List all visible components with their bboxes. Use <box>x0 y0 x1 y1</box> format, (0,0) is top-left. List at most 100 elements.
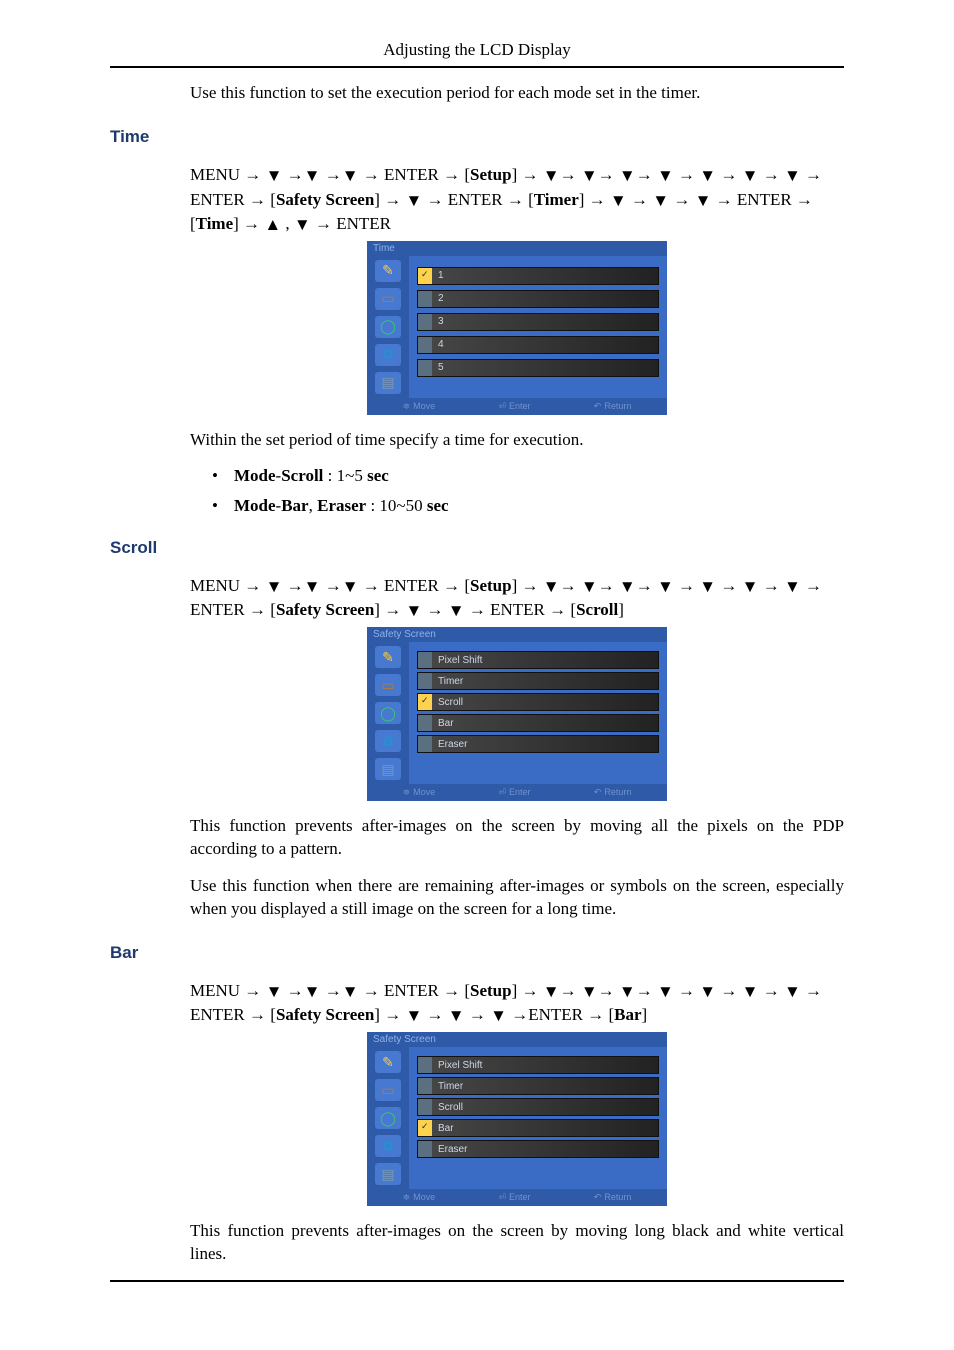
down-arrow-icon: ▼ <box>581 164 598 189</box>
nav-safety: Safety Screen <box>276 1005 374 1024</box>
osd-mark-icon <box>418 360 432 376</box>
osd-row-label: Scroll <box>438 1102 463 1113</box>
footer-rule <box>110 1280 844 1282</box>
osd-row-label: Pixel Shift <box>438 1060 482 1071</box>
down-arrow-icon: ▼ <box>543 164 560 189</box>
osd-row-label: 4 <box>438 339 444 350</box>
nav-text: MENU → <box>190 981 266 1000</box>
nav-text: ] → <box>512 981 543 1000</box>
osd-foot-return: Return <box>594 787 632 798</box>
osd-row: 4 <box>417 336 659 354</box>
nav-text: → <box>758 981 784 1000</box>
osd-main: 1 2 3 4 5 <box>409 256 667 398</box>
down-arrow-icon: ▼ <box>695 189 712 214</box>
down-arrow-icon: ▼ <box>342 164 359 189</box>
osd-row-label: Eraser <box>438 739 467 750</box>
sound-icon: ◯ <box>375 702 401 724</box>
bar-description: This function prevents after-images on t… <box>190 1220 844 1266</box>
osd-mark-icon <box>418 268 432 284</box>
osd-row: Eraser <box>417 1140 659 1158</box>
nav-text: → <box>598 981 619 1000</box>
up-arrow-icon: ▲ <box>264 213 281 238</box>
down-arrow-icon: ▼ <box>619 164 636 189</box>
osd-main: Pixel Shift Timer Scroll Bar Eraser <box>409 642 667 784</box>
osd-mark-icon <box>418 337 432 353</box>
nav-text: ] <box>642 1005 648 1024</box>
nav-text: → ENTER → [ <box>422 190 533 209</box>
osd-mark-icon <box>418 1099 432 1115</box>
nav-text: → ENTER <box>311 214 391 233</box>
nav-text: ] → <box>233 214 264 233</box>
nav-text: → <box>636 576 657 595</box>
nav-text: ] <box>618 600 624 619</box>
down-arrow-icon: ▼ <box>657 575 674 600</box>
nav-text: → <box>598 576 619 595</box>
nav-text: → <box>716 981 742 1000</box>
osd-body: ✎ ▭ ◯ ⚙ ▤ 1 2 3 4 5 <box>367 256 667 398</box>
nav-text: → <box>422 600 448 619</box>
bullet-item: Mode-Bar, Eraser : 10~50 sec <box>212 496 844 516</box>
down-arrow-icon: ▼ <box>699 980 716 1005</box>
bullet-text: : 10~50 <box>366 496 427 515</box>
osd-scroll: Safety Screen ✎ ▭ ◯ ⚙ ▤ Pixel Shift Time… <box>367 627 667 801</box>
nav-text: ] → <box>374 190 405 209</box>
osd-row: Scroll <box>417 1098 659 1116</box>
osd-foot-return: Return <box>594 401 632 412</box>
nav-setup: Setup <box>470 981 512 1000</box>
nav-text: → ENTER → [ <box>359 981 470 1000</box>
nav-text: → <box>320 981 341 1000</box>
bullet-text: : 1~5 <box>323 466 367 485</box>
nav-text: → <box>716 576 742 595</box>
osd-row-label: 2 <box>438 293 444 304</box>
down-arrow-icon: ▼ <box>342 575 359 600</box>
multi-icon: ▤ <box>375 1163 401 1185</box>
nav-text: → <box>674 981 700 1000</box>
nav-text: → <box>716 165 742 184</box>
osd-row: Bar <box>417 1119 659 1137</box>
osd-mark-icon <box>418 736 432 752</box>
section-heading-time: Time <box>110 127 844 147</box>
nav-setup: Setup <box>470 576 512 595</box>
scroll-description-2: Use this function when there are remaini… <box>190 875 844 921</box>
osd-title: Time <box>367 241 667 256</box>
bullet-text: , <box>309 496 318 515</box>
down-arrow-icon: ▼ <box>699 575 716 600</box>
osd-row: Pixel Shift <box>417 651 659 669</box>
nav-text: → <box>560 576 581 595</box>
input-icon: ▭ <box>375 1079 401 1101</box>
osd-mark-icon <box>418 694 432 710</box>
bullet-bold: Mode <box>234 466 276 485</box>
multi-icon: ▤ <box>375 758 401 780</box>
setup-icon: ⚙ <box>375 730 401 752</box>
multi-icon: ▤ <box>375 372 401 394</box>
osd-sidebar: ✎ ▭ ◯ ⚙ ▤ <box>367 256 409 398</box>
bullet-bold: Scroll <box>281 466 323 485</box>
nav-text: → <box>674 165 700 184</box>
content-area: Use this function to set the execution p… <box>110 82 844 1266</box>
osd-row-label: Timer <box>438 676 463 687</box>
osd-footer: Move Enter Return <box>367 1189 667 1206</box>
down-arrow-icon: ▼ <box>266 164 283 189</box>
page-header-title: Adjusting the LCD Display <box>0 40 954 60</box>
down-arrow-icon: ▼ <box>657 164 674 189</box>
osd-bar: Safety Screen ✎ ▭ ◯ ⚙ ▤ Pixel Shift Time… <box>367 1032 667 1206</box>
down-arrow-icon: ▼ <box>742 575 759 600</box>
osd-body: ✎ ▭ ◯ ⚙ ▤ Pixel Shift Timer Scroll Bar E… <box>367 1047 667 1189</box>
osd-body: ✎ ▭ ◯ ⚙ ▤ Pixel Shift Timer Scroll Bar E… <box>367 642 667 784</box>
osd-row-label: Pixel Shift <box>438 655 482 666</box>
osd-row-label: Bar <box>438 718 454 729</box>
osd-row: 2 <box>417 290 659 308</box>
down-arrow-icon: ▼ <box>784 575 801 600</box>
page: Adjusting the LCD Display Use this funct… <box>0 0 954 1302</box>
osd-title: Safety Screen <box>367 627 667 642</box>
osd-foot-move: Move <box>403 1192 436 1203</box>
osd-mark-icon <box>418 673 432 689</box>
nav-text: → <box>320 576 341 595</box>
bullet-item: Mode-Scroll : 1~5 sec <box>212 466 844 486</box>
osd-row-label: 5 <box>438 362 444 373</box>
sound-icon: ◯ <box>375 316 401 338</box>
nav-timer: Timer <box>534 190 579 209</box>
header-rule <box>110 66 844 68</box>
nav-text: → ENTER → [ <box>359 165 470 184</box>
down-arrow-icon: ▼ <box>405 599 422 624</box>
